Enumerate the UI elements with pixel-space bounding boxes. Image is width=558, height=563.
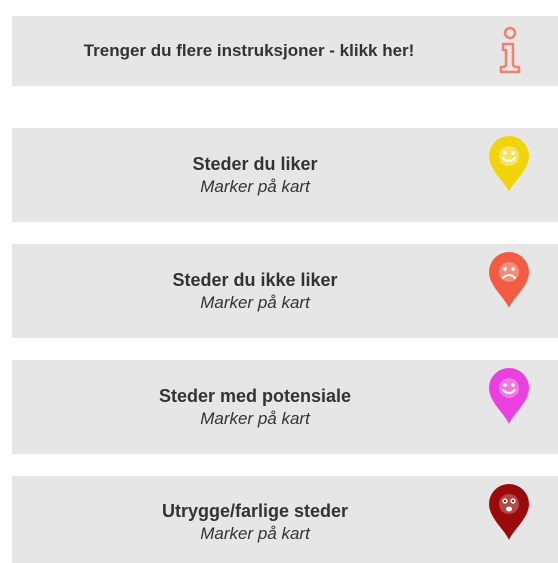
category-text: Steder du liker Marker på kart xyxy=(12,152,498,198)
category-title: Steder med potensiale xyxy=(158,386,352,406)
category-title: Utrygge/farlige steder xyxy=(161,501,349,521)
instructions-label: Trenger du flere instruksjoner - klikk h… xyxy=(83,41,415,60)
category-unsafe-places[interactable]: Utrygge/farlige steder Marker på kart xyxy=(12,476,558,563)
category-subtitle: Marker på kart xyxy=(200,293,310,312)
category-subtitle: Marker på kart xyxy=(200,524,310,543)
danger-pin-icon[interactable] xyxy=(486,482,532,542)
category-title: Steder du liker xyxy=(192,154,318,174)
category-disliked-places[interactable]: Steder du ikke liker Marker på kart xyxy=(12,244,558,338)
potential-pin-icon[interactable] xyxy=(486,366,532,426)
sad-pin-icon[interactable] xyxy=(486,250,532,310)
category-potential-places[interactable]: Steder med potensiale Marker på kart xyxy=(12,360,558,454)
category-liked-places[interactable]: Steder du liker Marker på kart xyxy=(12,128,558,222)
category-text: Steder du ikke liker Marker på kart xyxy=(12,268,498,314)
category-title: Steder du ikke liker xyxy=(172,270,338,290)
info-icon xyxy=(499,26,521,74)
category-text: Steder med potensiale Marker på kart xyxy=(12,384,498,430)
category-text: Utrygge/farlige steder Marker på kart xyxy=(12,499,498,545)
category-subtitle: Marker på kart xyxy=(200,409,310,428)
instructions-button[interactable]: Trenger du flere instruksjoner - klikk h… xyxy=(12,16,558,86)
category-subtitle: Marker på kart xyxy=(200,177,310,196)
happy-pin-icon[interactable] xyxy=(486,134,532,194)
